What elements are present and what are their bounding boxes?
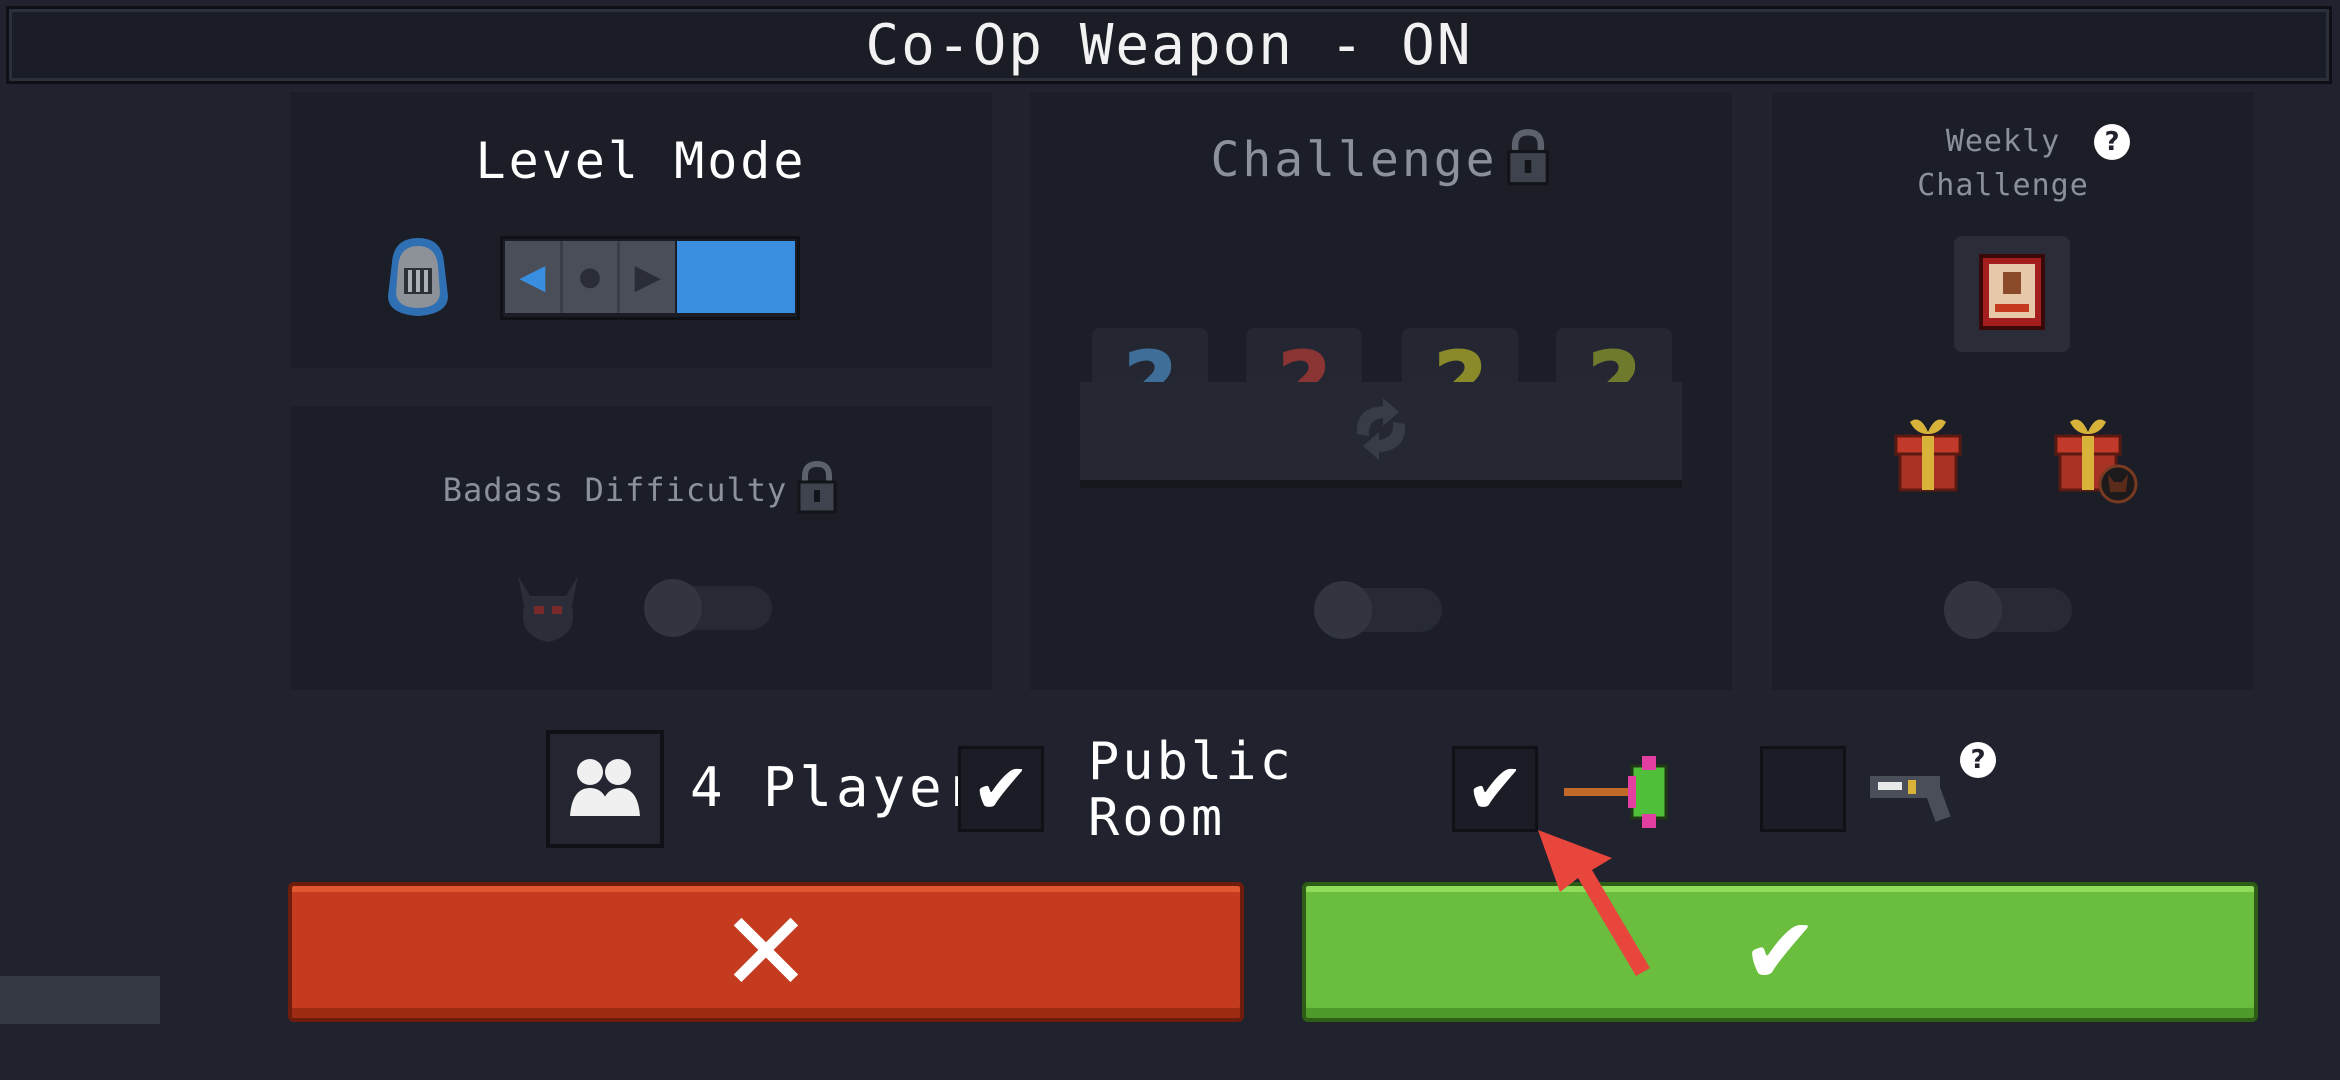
badass-difficulty-label: Badass Difficulty [442, 471, 788, 509]
locked-gift-icon[interactable] [2050, 412, 2140, 512]
blurred-id-label [0, 976, 160, 1024]
players-button[interactable] [546, 730, 664, 848]
weekly-card-slot[interactable] [1954, 236, 2070, 352]
gift-icon[interactable] [1890, 412, 1966, 498]
toggle-on-fill [677, 241, 795, 313]
knight-helmet-icon [378, 232, 458, 320]
level-mode-label: Level Mode [475, 132, 807, 190]
weekly-challenge-label: Weekly Challenge [1917, 124, 2089, 203]
card-icon [1977, 252, 2047, 336]
help-icon[interactable]: ? [1960, 742, 1996, 778]
chevron-right-icon: ▶ [634, 257, 661, 297]
weekly-challenge-panel: Weekly Challenge ? [1772, 92, 2254, 690]
refresh-icon [1343, 394, 1419, 468]
pointer-arrow-annotation [1520, 822, 1660, 986]
weekly-challenge-toggle[interactable] [1944, 581, 2072, 639]
page-title: Co-Op Weapon - ON [865, 12, 1473, 78]
coop-weapon-checkbox[interactable]: ✔ [1452, 746, 1538, 832]
challenge-toggle[interactable] [1314, 581, 1442, 639]
title-bar: Co-Op Weapon - ON [6, 6, 2332, 84]
badass-panel: Badass Difficulty [290, 406, 992, 690]
toggle-knob: ◀ ● ▶ [505, 241, 675, 313]
public-room-label: Public Room [1088, 732, 1294, 848]
gun-weapon-icon [1866, 760, 1966, 828]
chevron-left-icon: ◀ [519, 257, 546, 297]
badass-toggle[interactable] [644, 579, 772, 637]
close-icon: ✕ [719, 888, 813, 1016]
checkmark-icon: ✔ [1465, 748, 1525, 830]
checkmark-icon: ✔ [1741, 898, 1819, 1005]
lock-icon [1504, 128, 1552, 192]
toggle-knob [1944, 581, 2002, 639]
demon-helmet-icon [508, 566, 588, 646]
toggle-knob [1314, 581, 1372, 639]
refresh-challenge-button[interactable] [1080, 382, 1682, 488]
toggle-knob [644, 579, 702, 637]
lock-icon [795, 460, 839, 520]
gun-option-checkbox[interactable] [1760, 746, 1846, 832]
confirm-button[interactable]: ✔ [1302, 882, 2258, 1022]
public-room-checkbox[interactable]: ✔ [958, 746, 1044, 832]
challenge-panel: Challenge ? ? ? ? [1030, 92, 1732, 690]
level-mode-panel: Level Mode ◀ ● ▶ [290, 92, 992, 368]
checkmark-icon: ✔ [971, 748, 1031, 830]
cancel-button[interactable]: ✕ [288, 882, 1244, 1022]
players-icon [568, 754, 642, 824]
level-mode-toggle[interactable]: ◀ ● ▶ [500, 236, 800, 320]
grip-dot-icon: ● [559, 241, 621, 313]
help-icon[interactable]: ? [2094, 124, 2130, 160]
challenge-label: Challenge [1210, 132, 1498, 188]
